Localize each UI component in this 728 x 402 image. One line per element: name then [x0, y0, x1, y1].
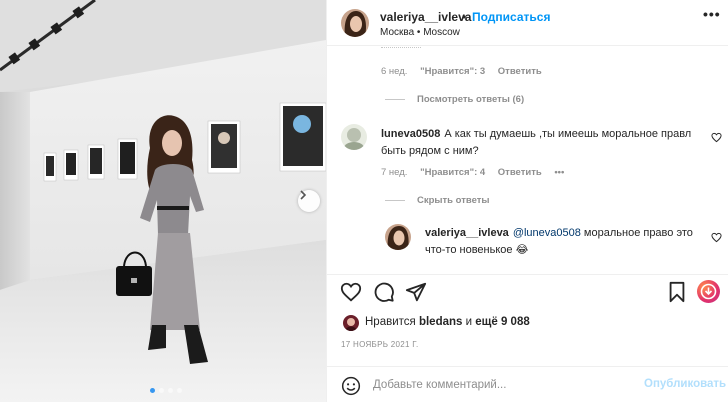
reply-mention-link[interactable]: @luneva0508 — [513, 227, 581, 239]
comment-likes[interactable]: "Нравится": 3 — [420, 66, 485, 77]
divider-line — [385, 200, 405, 201]
comments-list[interactable]: 6 нед. "Нравится": 3 Ответить Посмотреть… — [327, 46, 728, 274]
paper-plane-icon[interactable] — [405, 281, 427, 303]
liker-username[interactable]: bledans — [419, 316, 462, 328]
download-arrow-icon — [700, 283, 717, 300]
post-date[interactable]: 17 НОЯБРЬ 2021 Г. — [341, 340, 418, 349]
likes-row: Нравится bledans и ещё 9 088 — [327, 310, 728, 338]
view-replies-label: Посмотреть ответы (6) — [417, 94, 525, 105]
reply-text-line1: моральное право это — [580, 227, 693, 239]
like-comment-heart-icon[interactable] — [711, 132, 722, 143]
avatar-image — [341, 124, 367, 150]
comment-body: luneva0508 А как ты думаешь ,ты имеешь мо… — [381, 126, 721, 160]
gallery-photo-image — [0, 0, 326, 402]
avatar-image — [341, 9, 369, 37]
comment-age: 6 нед. — [381, 66, 408, 77]
separator-dot: • — [462, 10, 467, 24]
comment-meta: 7 нед. "Нравится": 4 Ответить ••• — [381, 167, 574, 178]
likes-conjunction: и — [465, 316, 473, 328]
comment-input[interactable] — [373, 376, 633, 394]
view-replies-button[interactable]: Посмотреть ответы (6) — [385, 94, 524, 105]
liker-avatar[interactable] — [343, 315, 359, 331]
author-username[interactable]: valeriya__ivleva — [380, 10, 471, 24]
carousel-dot — [168, 388, 173, 393]
carousel-dot — [177, 388, 182, 393]
carousel-dot — [150, 388, 155, 393]
live-badge-icon[interactable] — [697, 280, 720, 303]
comment-meta: 6 нед. "Нравится": 3 Ответить — [381, 66, 552, 77]
post-panel: valeriya__ivleva • Подписаться Москва • … — [326, 0, 728, 402]
more-options-icon[interactable]: ••• — [703, 6, 721, 22]
comment-options-icon[interactable]: ••• — [554, 167, 564, 178]
heart-icon[interactable] — [340, 281, 362, 303]
reply-button[interactable]: Ответить — [498, 66, 542, 77]
comment-text-line2: быть рядом с ним? — [381, 145, 479, 157]
avatar-image — [343, 315, 359, 331]
carousel-next-button[interactable] — [298, 190, 320, 212]
reply-avatar[interactable] — [385, 224, 411, 250]
hide-replies-button[interactable]: Скрыть ответы — [385, 195, 490, 206]
comment-text-line1: А как ты думаешь ,ты имеешь моральное пр… — [444, 128, 692, 140]
carousel-dot — [159, 388, 164, 393]
likes-prefix: Нравится — [365, 316, 416, 328]
smiley-icon[interactable] — [341, 376, 361, 396]
post-header: valeriya__ivleva • Подписаться Москва • … — [327, 0, 728, 46]
like-reply-heart-icon[interactable] — [711, 232, 722, 243]
post-actions — [327, 274, 728, 310]
cut-off-comment-text — [381, 46, 421, 48]
chevron-right-icon — [300, 190, 307, 200]
reply-button[interactable]: Ответить — [498, 167, 542, 178]
commenter-username[interactable]: luneva0508 — [381, 128, 440, 140]
publish-button[interactable]: Опубликовать — [644, 378, 726, 390]
reply-username[interactable]: valeriya__ivleva — [425, 227, 509, 239]
likes-count[interactable]: ещё 9 088 — [475, 316, 529, 328]
comment-age: 7 нед. — [381, 167, 408, 178]
comment-icon[interactable] — [373, 281, 395, 303]
reply-text-line2: что-то новенькое 😂 — [425, 244, 529, 256]
bookmark-icon[interactable] — [667, 281, 687, 303]
divider-line — [385, 99, 405, 100]
post-location[interactable]: Москва • Moscow — [380, 27, 460, 38]
reply-body: valeriya__ivleva @luneva0508 моральное пр… — [425, 225, 715, 259]
carousel-indicator — [150, 388, 182, 393]
hide-replies-label: Скрыть ответы — [417, 195, 490, 206]
comment-likes[interactable]: "Нравится": 4 — [420, 167, 485, 178]
post-photo[interactable] — [0, 0, 326, 402]
add-comment-bar: Опубликовать — [327, 366, 728, 402]
follow-button[interactable]: Подписаться — [472, 10, 550, 24]
commenter-avatar[interactable] — [341, 124, 367, 150]
likes-text: Нравится bledans и ещё 9 088 — [365, 316, 530, 328]
avatar[interactable] — [341, 9, 369, 37]
avatar-image — [385, 224, 411, 250]
